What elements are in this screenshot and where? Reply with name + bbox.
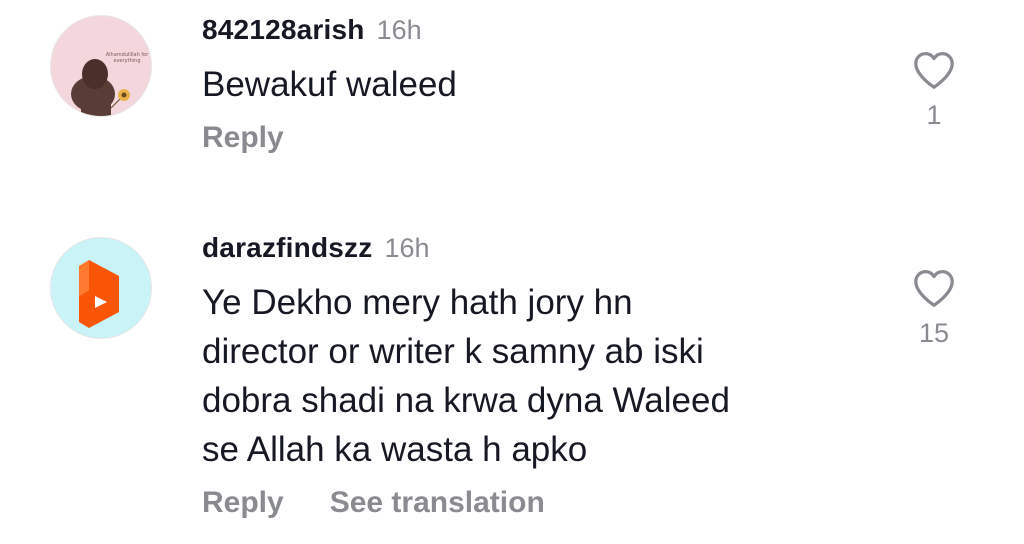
see-translation-button[interactable]: See translation	[330, 486, 545, 520]
comment-timestamp: 16h	[384, 233, 430, 263]
comment-username[interactable]: darazfindszz	[202, 232, 372, 264]
comment-text: Ye Dekho mery hath jory hn director or w…	[202, 283, 730, 469]
avatar-illustration: Alhamdulillah for everything	[51, 16, 151, 116]
like-button[interactable]: 1	[904, 50, 964, 131]
like-count: 15	[918, 318, 950, 348]
daraz-logo-icon	[51, 238, 151, 338]
heart-icon	[914, 52, 954, 89]
like-count: 1	[926, 100, 942, 130]
like-button[interactable]: 15	[904, 268, 964, 349]
comment-item: darazfindszz 16h Ye Dekho mery hath jory…	[0, 220, 1024, 544]
avatar-caption-line2: everything	[114, 58, 141, 64]
reply-button[interactable]: Reply	[202, 486, 284, 520]
comment-text: Bewakuf waleed	[202, 65, 457, 104]
heart-icon	[914, 270, 954, 307]
comment-item: Alhamdulillah for everything 842128arish…	[0, 0, 1024, 200]
avatar[interactable]	[50, 237, 152, 339]
comments-list: Alhamdulillah for everything 842128arish…	[0, 0, 1024, 544]
comment-username[interactable]: 842128arish	[202, 14, 365, 46]
comment-timestamp: 16h	[376, 15, 422, 45]
avatar[interactable]: Alhamdulillah for everything	[50, 15, 152, 117]
reply-button[interactable]: Reply	[202, 121, 284, 155]
